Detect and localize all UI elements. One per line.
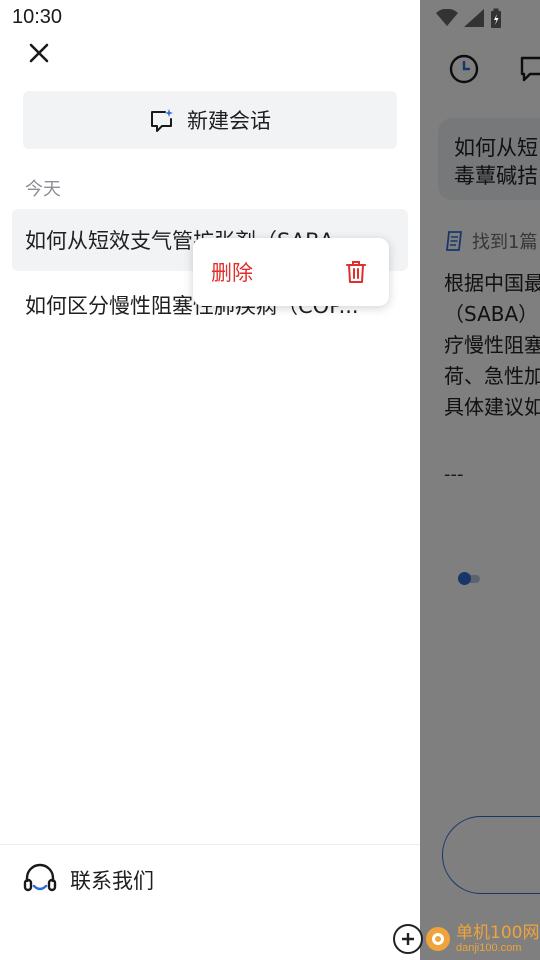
- close-button[interactable]: [24, 38, 54, 68]
- contact-us-button[interactable]: 联系我们: [22, 860, 154, 900]
- watermark-logo-icon: [393, 924, 450, 954]
- watermark-url: danji100.com: [456, 942, 522, 954]
- trash-icon: [346, 261, 366, 283]
- contact-us-label: 联系我们: [70, 869, 154, 893]
- watermark-text: 单机100网: [456, 923, 540, 943]
- delete-label: 删除: [211, 261, 253, 285]
- history-drawer: 新建会话 今天 如何从短效支气管扩张剂（SABA... 如何区分慢性阻塞性肺疾病…: [0, 0, 420, 960]
- close-icon: [29, 43, 49, 63]
- delete-menu-item[interactable]: 删除: [193, 238, 389, 306]
- battery-icon: [491, 8, 501, 28]
- new-chat-icon: [151, 109, 173, 132]
- divider: [0, 844, 420, 845]
- status-bar: 10:30: [0, 0, 540, 36]
- new-chat-button[interactable]: 新建会话: [23, 91, 397, 149]
- new-chat-label: 新建会话: [187, 109, 271, 133]
- section-header-today: 今天: [25, 179, 61, 200]
- watermark: 单机100网 danji100.com: [388, 914, 540, 960]
- wifi-icon: [436, 9, 458, 26]
- system-icons: [436, 8, 502, 28]
- status-time: 10:30: [12, 6, 63, 28]
- signal-icon: [464, 9, 484, 27]
- headset-icon: [23, 863, 57, 892]
